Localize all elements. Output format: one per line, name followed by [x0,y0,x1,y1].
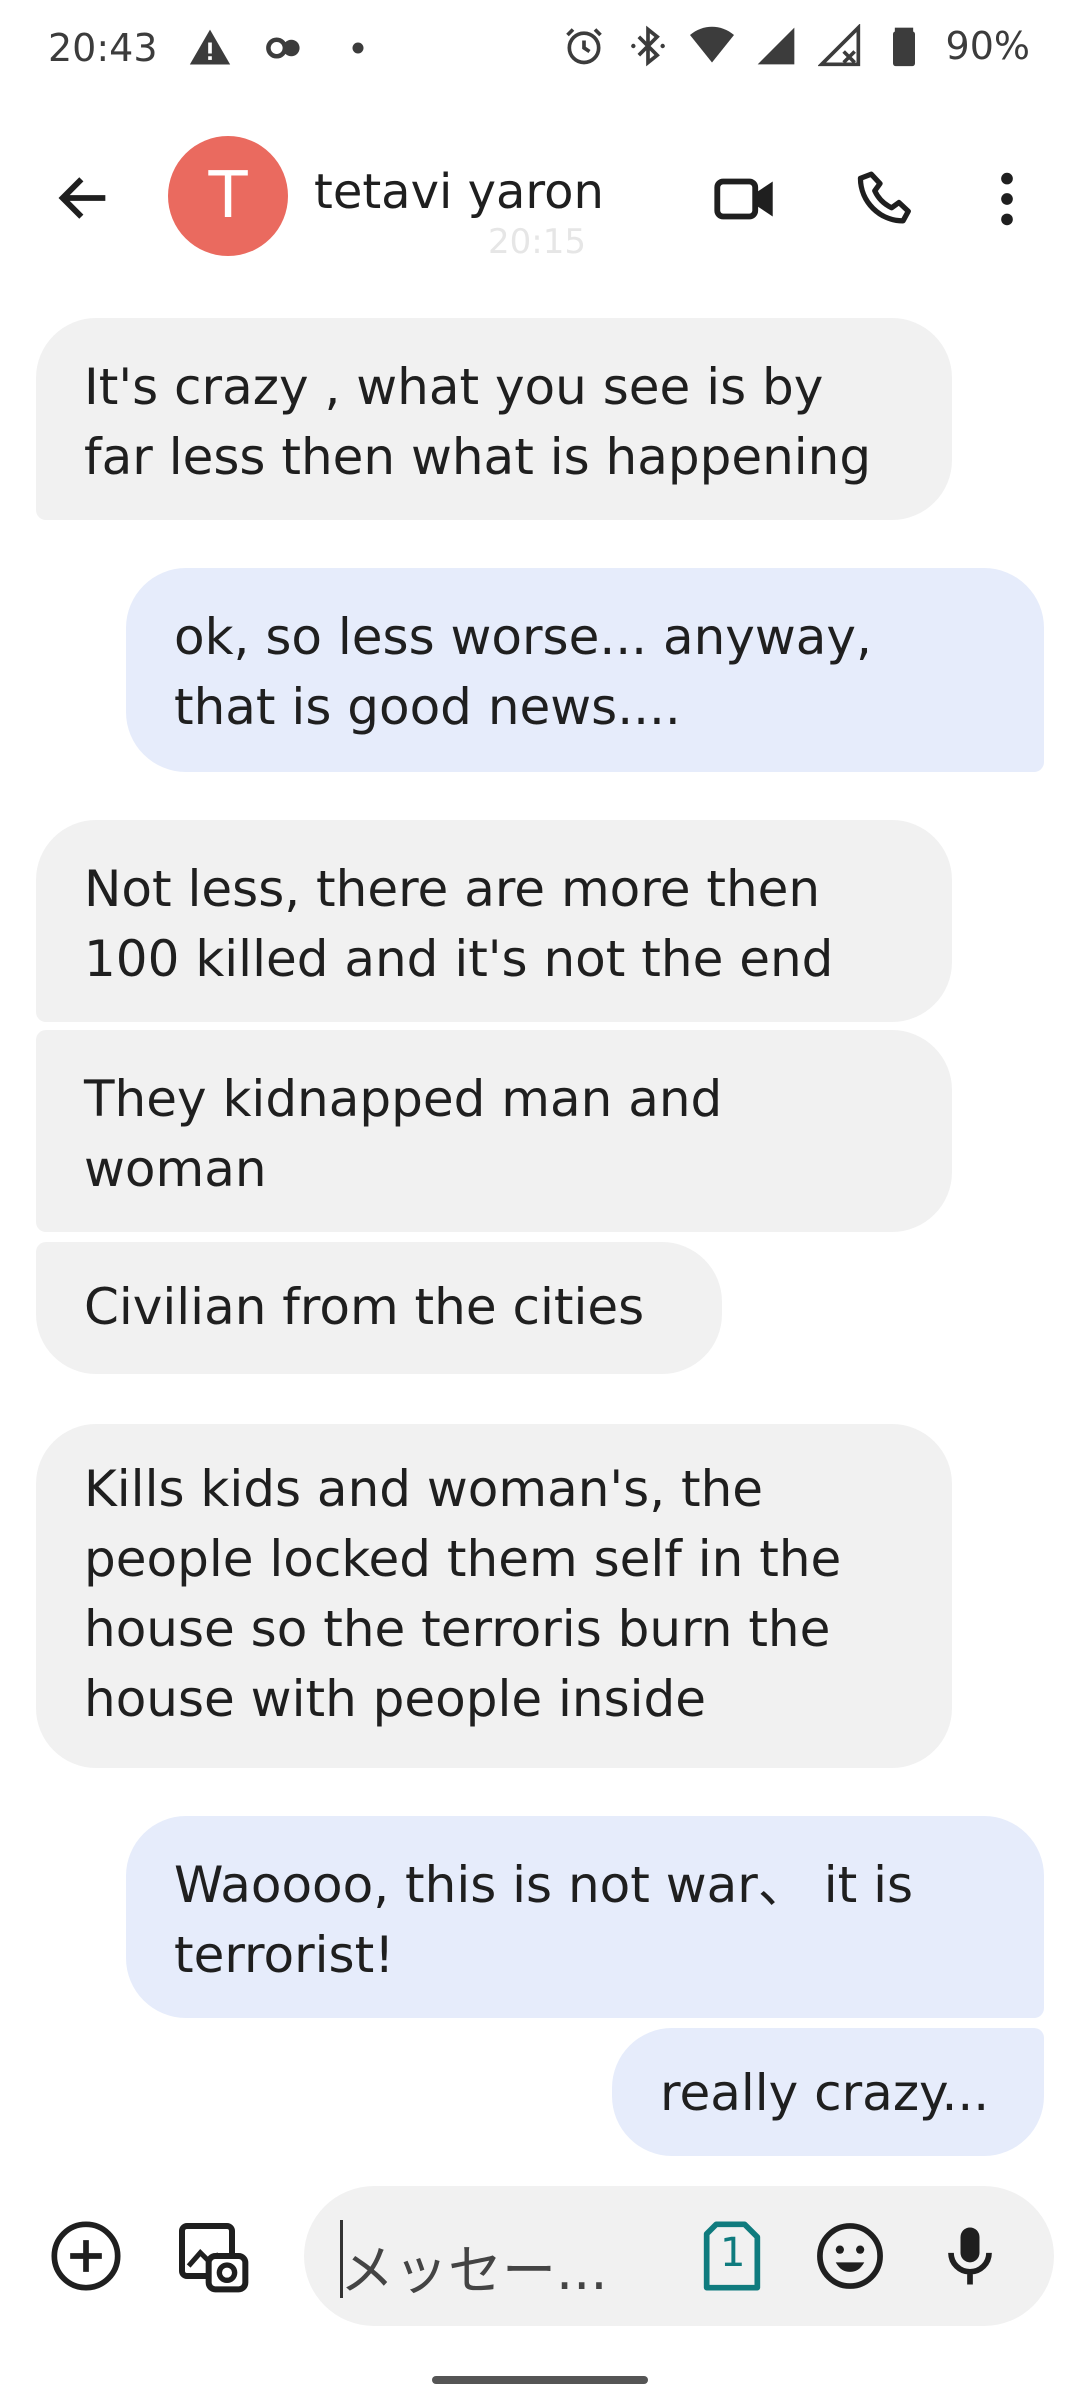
message-line: ok, so less worse... anyway, [174,608,872,666]
warning-icon [188,26,232,70]
signal-noservice-icon [817,24,862,68]
avatar[interactable]: T [168,136,288,256]
message-input[interactable]: メッセー... 1 [304,2186,1054,2326]
message-line: Waoooo, this is not war、 it is [174,1856,914,1914]
status-time: 20:43 [48,26,158,70]
status-right: 90% [562,24,1030,68]
status-left: 20:43 [48,26,380,70]
sim-select-button[interactable]: 1 [694,2218,770,2294]
message-bubble-incoming[interactable]: Kills kids and woman's, the people locke… [36,1424,952,1768]
message-bubble-outgoing[interactable]: really crazy... [612,2028,1044,2156]
battery-icon [882,24,926,68]
message-line: really crazy... [660,2064,990,2122]
gallery-icon [179,2223,249,2293]
more-options-button[interactable] [982,164,1032,234]
message-bubble-incoming[interactable]: Civilian from the cities [36,1242,722,1374]
add-circle-icon [51,2221,121,2291]
back-button[interactable] [52,166,116,230]
message-placeholder: メッセー... [340,2239,608,2302]
avatar-letter: T [208,159,248,233]
voice-input-button[interactable] [932,2218,1008,2294]
message-line: Civilian from the cities [84,1278,645,1336]
message-bubble-incoming[interactable]: They kidnapped man and woman [36,1030,952,1232]
video-call-icon [714,178,773,220]
message-line: house so the terroris burn the [84,1600,831,1658]
gallery-button[interactable] [172,2216,252,2296]
contact-name[interactable]: tetavi yaron [314,164,604,220]
sim-label: 1 [720,2230,746,2276]
message-bubble-outgoing[interactable]: ok, so less worse... anyway, that is goo… [126,568,1044,772]
add-attachment-button[interactable] [48,2218,124,2294]
alarm-icon [562,24,606,68]
message-line: that is good news.... [174,678,681,736]
mic-icon [948,2227,992,2285]
signal-icon [754,24,798,68]
back-arrow-icon [58,177,106,219]
message-line: far less then what is happening [84,428,872,486]
emoji-icon [817,2223,883,2289]
conversation-header: T tetavi yaron 20:15 [0,130,1080,262]
message-bubble-incoming[interactable]: Not less, there are more then 100 killed… [36,820,952,1022]
message-line: 100 killed and it's not the end [84,930,834,988]
more-vert-icon [1001,172,1013,226]
message-bubble-outgoing[interactable]: Waoooo, this is not war、 it is terrorist… [126,1816,1044,2018]
phone-call-button[interactable] [852,164,922,234]
message-line: people locked them self in the [84,1530,842,1588]
message-line: house with people inside [84,1670,707,1728]
message-line: Not less, there are more then [84,860,821,918]
battery-percent: 90% [945,24,1030,68]
wifi-icon [689,24,734,68]
video-call-button[interactable] [710,164,780,234]
message-line: Kills kids and woman's, the [84,1460,764,1518]
message-line: They kidnapped man and [84,1070,723,1128]
message-line: woman [84,1140,267,1198]
message-line: terrorist! [174,1926,395,1984]
dot-icon [336,26,380,70]
link-icon [262,26,306,70]
phone-icon [857,171,911,224]
home-indicator[interactable] [432,2376,648,2384]
message-bubble-incoming[interactable]: It's crazy , what you see is by far less… [36,318,952,520]
bluetooth-icon [626,24,670,68]
messaging-app: 20:43 90% T tetavi yaron 20:15 It's craz… [0,0,1080,2400]
emoji-button[interactable] [812,2218,888,2294]
status-bar: 20:43 90% [0,0,1080,100]
ghost-timestamp: 20:15 [488,222,586,262]
message-line: It's crazy , what you see is by [84,358,824,416]
